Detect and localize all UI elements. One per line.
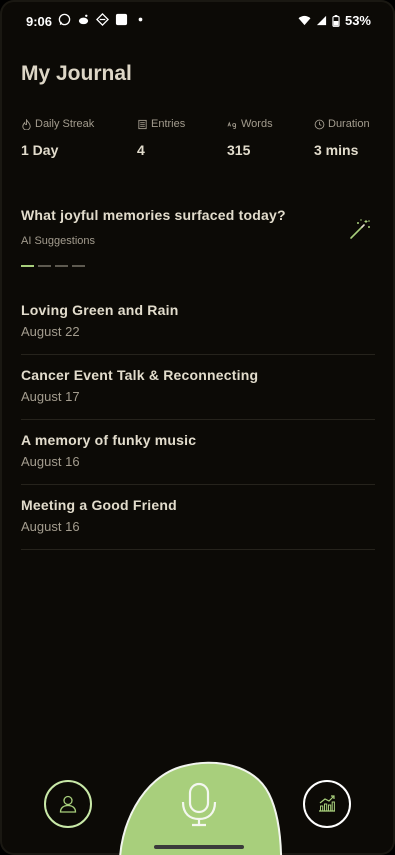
entry-date: August 16 (21, 519, 80, 534)
entry-date: August 17 (21, 389, 80, 404)
stat-label: Duration (328, 118, 370, 130)
stat-value: 4 (137, 142, 145, 158)
stat-value: 1 Day (21, 142, 59, 158)
journal-entry[interactable]: Cancer Event Talk & Reconnecting August … (21, 355, 375, 420)
entry-title: A memory of funky music (21, 432, 197, 448)
insights-button[interactable] (303, 780, 351, 828)
status-bar: 9:06 53% (0, 0, 395, 44)
battery-percent: 53% (344, 13, 371, 28)
words-icon (227, 120, 237, 129)
journal-entry[interactable]: Loving Green and Rain August 22 (21, 290, 375, 355)
dot-icon (138, 17, 143, 22)
chart-trend-icon (319, 795, 335, 812)
stat-label: Entries (151, 118, 186, 130)
app-screen: 9:06 53% My Journal Daily Streak 1 Day E… (0, 0, 395, 855)
streak-icon (22, 118, 31, 130)
record-button[interactable] (114, 758, 284, 855)
journal-entry[interactable]: Meeting a Good Friend August 16 (21, 485, 375, 550)
wifi-icon (298, 15, 311, 26)
pager-dot[interactable] (55, 265, 68, 267)
stat-entries: Entries 4 (137, 118, 185, 158)
pager-dot[interactable] (38, 265, 51, 267)
stat-label: Words (241, 118, 273, 130)
stat-duration: Duration 3 mins (314, 118, 370, 158)
clock-icon (314, 119, 325, 129)
reddit-icon (78, 14, 89, 25)
journal-entry-list: Loving Green and Rain August 22 Cancer E… (21, 290, 375, 550)
system-status: 53% (298, 13, 371, 28)
battery-icon (332, 14, 340, 27)
stat-daily-streak: Daily Streak 1 Day (21, 118, 94, 158)
app-notification-icon (96, 13, 109, 26)
stat-words: Words 315 (227, 118, 273, 158)
pager-dot-active[interactable] (21, 265, 34, 267)
home-indicator[interactable] (154, 845, 244, 849)
whatsapp-icon (58, 13, 71, 26)
stat-value: 3 mins (314, 142, 359, 158)
ai-suggestions-label: AI Suggestions (21, 235, 95, 247)
magic-wand-icon[interactable] (348, 218, 372, 240)
page-title: My Journal (21, 62, 132, 85)
journal-prompt[interactable]: What joyful memories surfaced today? (21, 207, 286, 223)
entry-title: Meeting a Good Friend (21, 497, 177, 513)
stat-value: 315 (227, 142, 251, 158)
entry-date: August 22 (21, 324, 80, 339)
entry-title: Cancer Event Talk & Reconnecting (21, 367, 259, 383)
pager-dot[interactable] (72, 265, 85, 267)
person-icon (59, 795, 77, 813)
stat-label: Daily Streak (35, 118, 95, 130)
status-time: 9:06 (26, 14, 53, 29)
notification-icons (58, 13, 147, 26)
square-app-icon (115, 13, 128, 26)
suggestion-pager[interactable] (21, 265, 85, 267)
entries-icon (138, 119, 147, 129)
journal-entry[interactable]: A memory of funky music August 16 (21, 420, 375, 485)
entry-title: Loving Green and Rain (21, 302, 179, 318)
profile-button[interactable] (44, 780, 92, 828)
entry-date: August 16 (21, 454, 80, 469)
signal-icon (316, 15, 327, 26)
